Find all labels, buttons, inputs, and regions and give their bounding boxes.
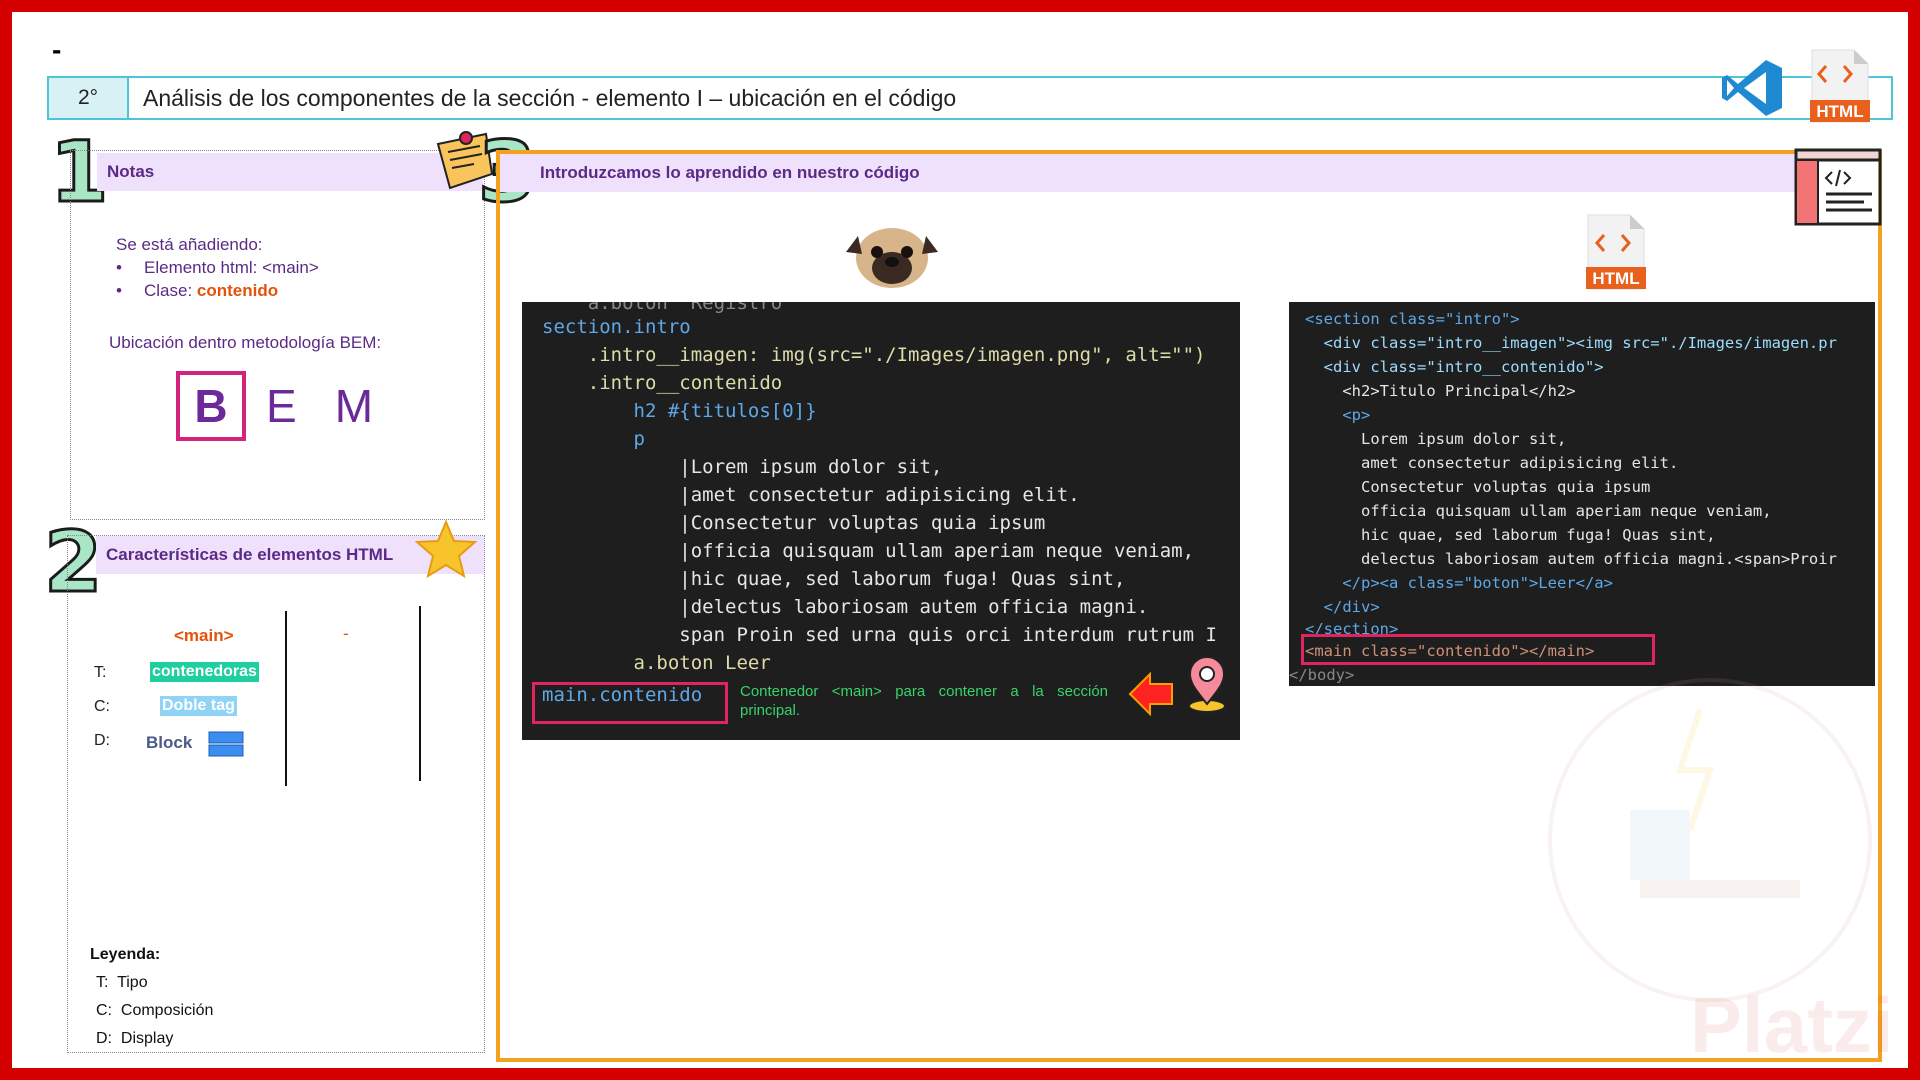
row-key-type: T: — [94, 664, 107, 681]
characteristics-panel: Características de elementos HTML <main>… — [67, 535, 485, 1053]
title-bar: 2° Análisis de los componentes de la sec… — [47, 76, 1893, 120]
legend-row: D: Display — [90, 1025, 213, 1053]
bem-label: Ubicación dentro metodología BEM: — [109, 333, 382, 352]
legend-key: T: — [96, 974, 109, 991]
code-line: h2 #{titulos[0]} — [542, 400, 817, 422]
column-main: <main> — [174, 626, 234, 645]
code-line: Consectetur voluptas quia ipsum — [1305, 478, 1651, 496]
code-line: .intro__imagen: img(src="./Images/imagen… — [542, 344, 1206, 366]
code-line: <h2>Titulo Principal</h2> — [1305, 382, 1576, 400]
slide-number: 2° — [49, 78, 129, 118]
notes-item-element: Elemento html: <main> — [116, 256, 319, 279]
bem-block: B — [176, 371, 246, 441]
legend-title: Leyenda: — [90, 946, 161, 963]
legend-row: T: Tipo — [90, 969, 213, 997]
divider-line — [419, 606, 421, 781]
divider-line — [285, 611, 287, 786]
code-line: .intro__contenido — [542, 372, 783, 394]
highlight-box — [532, 682, 728, 724]
legend-value: Display — [120, 1030, 174, 1047]
notes-heading: Notas — [97, 153, 483, 191]
bem-diagram: B E M — [176, 371, 373, 441]
html-file-icon: HTML — [1586, 214, 1646, 290]
bem-modifier: M — [334, 380, 374, 432]
code-line: section.intro — [542, 316, 691, 338]
html-file-icon: HTML — [1810, 49, 1870, 123]
block-display-icon — [208, 731, 244, 757]
row-key-composition: C: — [94, 698, 110, 715]
notes-item-class: Clase: contenido — [116, 279, 319, 302]
code-line: <div class="intro__contenido"> — [1305, 358, 1604, 376]
code-window-icon — [1794, 148, 1882, 226]
code-line: |hic quae, sed laborum fuga! Quas sint, — [542, 568, 1126, 590]
code-line: Lorem ipsum dolor sit, — [1305, 430, 1567, 448]
legend-value: Composición — [120, 1002, 214, 1019]
column-dash: - — [343, 624, 349, 643]
display-value: Block — [146, 733, 193, 752]
type-value: contenedoras — [150, 662, 259, 682]
platzi-watermark: Platzi — [1690, 981, 1894, 1069]
star-icon — [415, 520, 477, 578]
top-dash: - — [52, 34, 62, 65]
code-line: |delectus laboriosam autem officia magni… — [542, 596, 1149, 618]
pug-logo-icon — [846, 228, 938, 288]
legend: Leyenda: T: Tipo C: Composición D: Displ… — [90, 941, 213, 1053]
notes-panel: Notas Se está añadiendo: Elemento html: … — [70, 150, 485, 520]
code-line: </body> — [1289, 666, 1355, 684]
row-key-display: D: — [94, 732, 110, 749]
slide-title: Análisis de los componentes de la secció… — [143, 84, 957, 111]
vscode-icon — [1722, 60, 1782, 116]
location-pin-icon — [1188, 656, 1226, 713]
arrow-left-icon — [1128, 672, 1173, 716]
code-line: p — [542, 428, 645, 450]
code-line: |Consectetur voluptas quia ipsum — [542, 512, 1046, 534]
code-line: span Proin sed urna quis orci interdum r… — [542, 624, 1217, 646]
bem-element: E — [266, 380, 297, 432]
code-heading: Introduzcamos lo aprendido en nuestro có… — [500, 154, 1878, 192]
code-line: delectus laboriosam autem officia magni.… — [1305, 550, 1837, 568]
code-line: a.boton Registro — [542, 302, 783, 314]
class-value: contenido — [196, 281, 279, 300]
html-code-block: <section class="intro"> <div class="intr… — [1289, 302, 1875, 686]
legend-key: C: — [96, 1002, 112, 1019]
code-line: |officia quisquam ullam aperiam neque ve… — [542, 540, 1195, 562]
notes-intro: Se está añadiendo: — [116, 235, 263, 254]
notes-body: Se está añadiendo: Elemento html: <main>… — [116, 233, 319, 302]
html-icon-label: HTML — [1592, 269, 1639, 288]
code-line: a.boton Leer — [542, 652, 771, 674]
code-line: hic quae, sed laborum fuga! Quas sint, — [1305, 526, 1716, 544]
legend-row: C: Composición — [90, 997, 213, 1025]
pug-annotation: Contenedor <main> para contener a la sec… — [740, 683, 1108, 719]
code-line: officia quisquam ullam aperiam neque ven… — [1305, 502, 1772, 520]
highlight-box — [1301, 634, 1655, 665]
code-line: <div class="intro__imagen"><img src="./I… — [1305, 334, 1837, 352]
html-icon-label: HTML — [1816, 102, 1863, 121]
code-line: <section class="intro"> — [1305, 310, 1520, 328]
code-line: amet consectetur adipisicing elit. — [1305, 454, 1679, 472]
composition-value: Doble tag — [160, 696, 237, 716]
legend-key: D: — [96, 1030, 112, 1047]
code-line: |Lorem ipsum dolor sit, — [542, 456, 943, 478]
code-line: |amet consectetur adipisicing elit. — [542, 484, 1080, 506]
legend-value: Tipo — [117, 974, 148, 991]
class-prefix: Clase: — [144, 281, 197, 300]
code-line: </p><a class="boton">Leer</a> — [1305, 574, 1613, 592]
code-line: </div> — [1305, 598, 1380, 616]
code-line: <p> — [1305, 406, 1371, 424]
